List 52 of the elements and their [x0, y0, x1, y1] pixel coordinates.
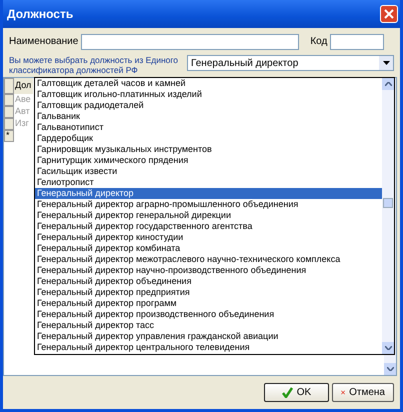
list-item[interactable]: Генеральный директор производственного объединения [35, 309, 382, 320]
classifier-hint: Вы можете выбрать должность из Единого классификатора должностей РФ [9, 55, 180, 77]
row-selector[interactable] [4, 118, 14, 130]
check-icon [282, 387, 293, 398]
list-item[interactable]: Генеральный директор программ [35, 298, 382, 309]
scroll-up-icon [384, 82, 392, 86]
scroll-thumb[interactable] [383, 198, 393, 208]
list-scrollbar[interactable] [382, 78, 394, 354]
close-icon [384, 9, 394, 19]
list-item[interactable]: Генеральный директор [35, 188, 382, 199]
table-cell-text: Авт [14, 106, 31, 118]
cancel-button[interactable]: Отмена [332, 383, 394, 402]
name-field[interactable] [81, 34, 300, 50]
list-item[interactable]: Генеральный директор государственного агентства [35, 221, 382, 232]
list-item[interactable]: Гарнировщик музыкальных инструментов [35, 144, 382, 155]
row-selector[interactable] [4, 94, 14, 106]
list-item[interactable]: Генеральный директор аграрно-промышленного объединения [35, 199, 382, 210]
new-row-marker: * [4, 130, 14, 142]
scroll-down-icon [386, 367, 394, 371]
list-item[interactable]: Генеральный директор комбината [35, 243, 382, 254]
list-item[interactable]: Галтовщик деталей часов и камней [35, 78, 382, 89]
list-item[interactable]: Генеральный директор генеральной дирекции [35, 210, 382, 221]
list-item[interactable]: Генеральный директор киностудии [35, 232, 382, 243]
list-item[interactable]: Гасильщик извести [35, 166, 382, 177]
list-item[interactable]: Генеральный директор объединения [35, 276, 382, 287]
list-item[interactable]: Галтовщик радиодеталей [35, 100, 382, 111]
row-selector[interactable] [4, 106, 14, 118]
name-label: Наименование [9, 35, 78, 49]
code-field[interactable] [330, 34, 384, 50]
list-item[interactable]: Генеральный директор межотраслевого научно-технического комплекса [35, 254, 382, 265]
row-selector[interactable] [4, 78, 14, 94]
scroll-down-icon [384, 346, 392, 350]
column-header: Дол [14, 78, 33, 94]
list-item[interactable]: Генеральный директор тасс [35, 320, 382, 331]
table-cell-text: Аве [14, 94, 32, 106]
list-item[interactable]: Генеральный директор центрального телевидения [35, 342, 382, 353]
list-item[interactable]: Галтовщик игольно-платинных изделий [35, 89, 382, 100]
list-item[interactable]: Генеральный директор предприятия [35, 287, 382, 298]
list-item[interactable]: Генеральный директор управления гражданской авиации [35, 331, 382, 342]
list-item[interactable]: Генеральный директор научно-производственного объединения [35, 265, 382, 276]
ok-button[interactable]: OK [264, 383, 329, 402]
list-item[interactable]: Гарнитурщик химического прядения [35, 155, 382, 166]
list-item[interactable]: Гальванотипист [35, 122, 382, 133]
caret-icon [382, 61, 390, 65]
close-button[interactable] [380, 5, 398, 23]
window-title: Должность [7, 6, 74, 23]
list-item[interactable]: Гелиотропист [35, 177, 382, 188]
classifier-dropdown[interactable]: Генеральный директор [187, 55, 394, 71]
list-item[interactable]: Гардеробщик [35, 133, 382, 144]
code-label: Код [310, 35, 328, 49]
list-item[interactable]: Гальваник [35, 111, 382, 122]
table-cell-text: Изг [14, 118, 30, 130]
